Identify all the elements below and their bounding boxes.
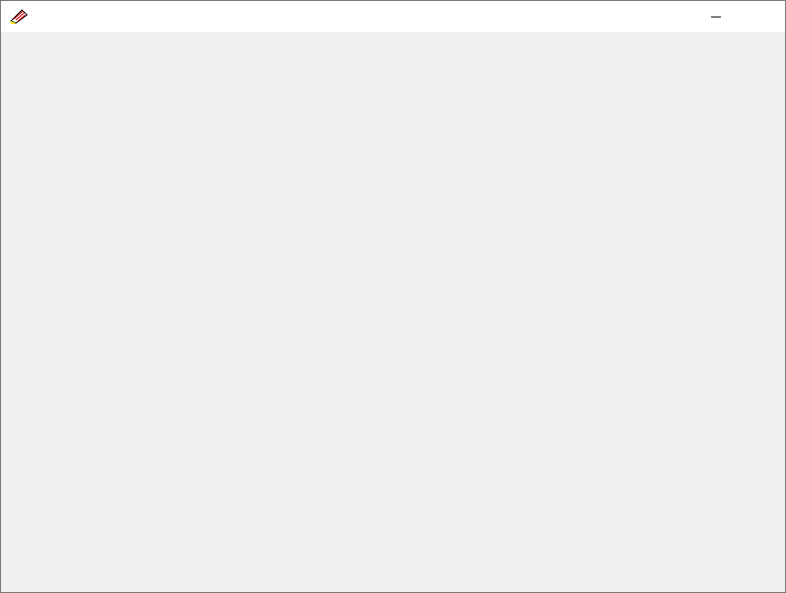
app-logo-icon xyxy=(10,9,28,24)
title-bar xyxy=(1,1,785,32)
app-window xyxy=(0,0,786,593)
